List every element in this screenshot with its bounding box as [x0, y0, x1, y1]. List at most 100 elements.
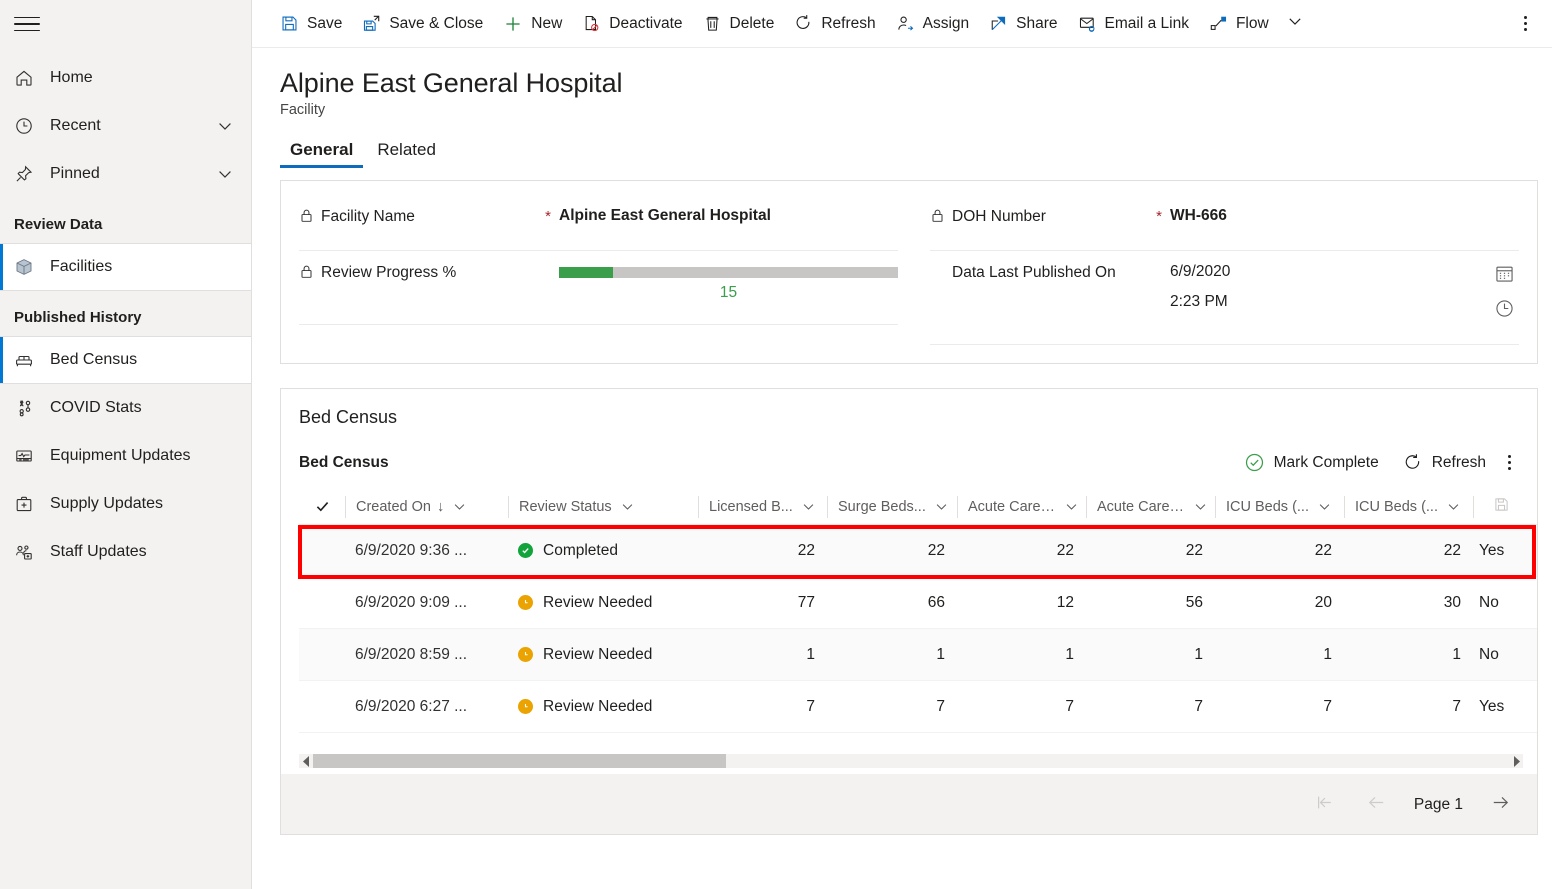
delete-button[interactable]: Delete: [693, 4, 785, 44]
chevron-down-icon[interactable]: [451, 498, 468, 515]
cell-review-status: Review Needed: [508, 594, 698, 612]
cell-created-on: 6/9/2020 6:27 ...: [345, 698, 508, 716]
grid-header-acute-care-1[interactable]: Acute Care ...: [957, 496, 1086, 518]
refresh-button[interactable]: Refresh: [784, 4, 885, 44]
sidebar: Home Recent: [0, 0, 252, 889]
save-and-close-button[interactable]: Save & Close: [352, 4, 493, 44]
sidebar-item-home[interactable]: Home: [0, 54, 251, 102]
bed-icon: [14, 350, 40, 370]
save-icon: [1493, 496, 1510, 517]
subgrid-overflow-button[interactable]: [1500, 449, 1519, 476]
sidebar-item-covid-stats[interactable]: COVID Stats: [0, 384, 251, 432]
sidebar-item-staff-updates[interactable]: Staff Updates: [0, 528, 251, 576]
deactivate-button[interactable]: Deactivate: [572, 4, 692, 44]
facility-name-required-marker: *: [537, 207, 559, 225]
chevron-down-icon[interactable]: [215, 164, 235, 184]
cell-acute-care-1: 12: [957, 594, 1086, 612]
chevron-down-icon[interactable]: [800, 498, 817, 515]
sidebar-item-facilities[interactable]: Facilities: [0, 243, 251, 291]
table-row[interactable]: 6/9/2020 9:09 ...Review Needed7766125620…: [299, 577, 1537, 629]
tab-related[interactable]: Related: [367, 134, 446, 168]
cube-icon: [14, 257, 40, 277]
cell-icu-beds-1: 22: [1215, 542, 1344, 560]
sidebar-top-nav: Home Recent: [0, 48, 251, 198]
sidebar-item-supply-updates[interactable]: Supply Updates: [0, 480, 251, 528]
email-a-link-button[interactable]: Email a Link: [1068, 4, 1199, 44]
chevron-down-icon[interactable]: [619, 498, 636, 515]
doh-number-value[interactable]: WH-666: [1170, 207, 1519, 225]
data-last-published-required-spacer: [1148, 263, 1170, 264]
scrollbar-thumb[interactable]: [313, 754, 726, 768]
flow-button[interactable]: Flow: [1199, 4, 1279, 44]
data-last-published-time-value[interactable]: 2:23 PM: [1170, 293, 1494, 311]
grid-header-acute-care-2[interactable]: Acute Care ...: [1086, 496, 1215, 518]
hamburger-menu-button[interactable]: [0, 0, 251, 48]
chevron-down-icon[interactable]: [215, 116, 235, 136]
status-pending-icon: [518, 595, 533, 610]
scroll-right-arrow-icon[interactable]: [1509, 756, 1523, 767]
table-row[interactable]: 6/9/2020 9:36 ...Completed222222222222Ye…: [299, 525, 1537, 577]
page-first-button[interactable]: [1310, 790, 1340, 820]
save-button[interactable]: Save: [270, 4, 352, 44]
cell-created-on: 6/9/2020 9:09 ...: [345, 594, 508, 612]
review-progress-label: Review Progress %: [321, 263, 456, 284]
page-previous-button[interactable]: [1362, 790, 1392, 820]
sidebar-item-recent[interactable]: Recent: [0, 102, 251, 150]
grid-header-surge-beds[interactable]: Surge Beds...: [827, 496, 957, 518]
cell-review-status-label: Review Needed: [543, 594, 652, 612]
deactivate-label: Deactivate: [609, 15, 682, 33]
cell-surge-beds: 1: [827, 646, 957, 664]
command-bar: Save Save & Close: [252, 0, 1552, 48]
grid-save-column-button[interactable]: [1473, 496, 1525, 518]
review-progress-label-wrap: Review Progress %: [299, 263, 537, 286]
clock-icon: [14, 116, 40, 136]
command-bar-overflow-button[interactable]: [1508, 4, 1542, 44]
grid-header-icu-beds-1[interactable]: ICU Beds (...: [1215, 496, 1344, 518]
chevron-down-icon[interactable]: [1063, 498, 1080, 515]
grid-header-icu-beds-2[interactable]: ICU Beds (...: [1344, 496, 1473, 518]
data-last-published-date-value[interactable]: 6/9/2020: [1170, 263, 1494, 281]
more-vertical-icon: [1508, 455, 1511, 470]
table-row[interactable]: 6/9/2020 6:27 ...Review Needed777777Yes: [299, 681, 1537, 733]
chevron-down-icon: [1285, 11, 1305, 36]
cell-surge-beds: 66: [827, 594, 957, 612]
grid-header-label: Review Status: [519, 499, 612, 515]
sidebar-item-pinned[interactable]: Pinned: [0, 150, 251, 198]
general-form-card: Facility Name * Alpine East General Hosp…: [280, 180, 1538, 364]
scroll-left-arrow-icon[interactable]: [299, 756, 313, 767]
calendar-icon[interactable]: [1494, 263, 1515, 284]
cell-review-status-label: Review Needed: [543, 698, 652, 716]
app-root: Home Recent: [0, 0, 1552, 889]
tab-general[interactable]: General: [280, 134, 363, 168]
cell-created-on: 6/9/2020 8:59 ...: [345, 646, 508, 664]
lock-icon: [299, 208, 314, 230]
page-next-button[interactable]: [1485, 790, 1515, 820]
sidebar-item-equipment-updates[interactable]: Equipment Updates: [0, 432, 251, 480]
table-row[interactable]: 6/9/2020 8:59 ...Review Needed111111No: [299, 629, 1537, 681]
grid-header-created-on[interactable]: Created On ↓: [345, 496, 508, 518]
chevron-down-icon[interactable]: [933, 498, 950, 515]
grid-header-review-status[interactable]: Review Status: [508, 496, 698, 518]
select-all-checkbox[interactable]: [299, 496, 345, 518]
chevron-down-icon[interactable]: [1192, 498, 1209, 515]
chevron-down-icon[interactable]: [1316, 498, 1333, 515]
mark-complete-button[interactable]: Mark Complete: [1234, 446, 1389, 479]
grid-header-licensed-beds[interactable]: Licensed B...: [698, 496, 827, 518]
clock-icon[interactable]: [1494, 298, 1515, 319]
sidebar-item-label: Bed Census: [50, 351, 235, 369]
deactivate-icon: [582, 14, 601, 33]
grid-horizontal-scrollbar[interactable]: [299, 754, 1523, 768]
flow-chevron-button[interactable]: [1279, 4, 1311, 44]
subgrid-refresh-button[interactable]: Refresh: [1393, 447, 1496, 479]
scrollbar-track[interactable]: [313, 754, 1509, 768]
facility-name-value[interactable]: Alpine East General Hospital: [559, 207, 898, 225]
cell-review-status: Review Needed: [508, 646, 698, 664]
new-button[interactable]: New: [493, 4, 572, 44]
supply-kit-icon: [14, 494, 40, 514]
assign-button[interactable]: Assign: [886, 4, 980, 44]
form-tabs: General Related: [252, 118, 1552, 168]
grid-header-label: ICU Beds (...: [1355, 499, 1438, 515]
share-button[interactable]: Share: [979, 4, 1067, 44]
sidebar-item-bed-census[interactable]: Bed Census: [0, 336, 251, 384]
chevron-down-icon[interactable]: [1445, 498, 1462, 515]
